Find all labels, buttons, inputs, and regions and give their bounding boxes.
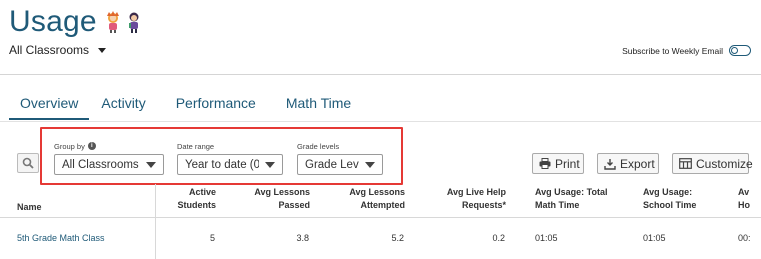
title-row: Usage <box>9 4 144 40</box>
tab-divider <box>0 121 761 122</box>
grade-levels-value: Grade Levels <box>305 158 359 171</box>
column-header-name[interactable]: Name <box>17 201 42 214</box>
tab-performance[interactable]: Performance <box>165 86 267 120</box>
cell-home-time: 00: <box>738 233 751 243</box>
date-range-select[interactable]: Year to date (08/ <box>177 154 283 175</box>
column-header-school-time[interactable]: Avg Usage: School Time <box>643 186 713 212</box>
caret-down-icon <box>146 161 156 168</box>
grade-levels-select[interactable]: Grade Levels <box>297 154 383 175</box>
print-label: Print <box>555 156 580 171</box>
cell-active-students: 5 <box>209 233 215 243</box>
tab-bar: Overview Activity Performance Math Time <box>9 86 362 120</box>
column-header-home-time[interactable]: Av Ho <box>738 186 761 212</box>
weekly-email-subscription: Subscribe to Weekly Email <box>622 45 751 56</box>
student-mascot-icon <box>128 12 139 33</box>
weekly-email-label: Subscribe to Weekly Email <box>622 45 723 56</box>
caret-down-icon <box>98 47 107 53</box>
column-divider <box>155 184 156 259</box>
mascots <box>103 11 144 33</box>
column-header-avg-live-help[interactable]: Avg Live Help Requests* <box>420 186 506 212</box>
print-button[interactable]: Print <box>532 153 584 174</box>
grade-levels-filter: Grade levels Grade Levels <box>297 141 383 175</box>
export-label: Export <box>620 156 655 171</box>
classroom-selector[interactable]: All Classrooms <box>9 43 107 57</box>
teacher-mascot-icon <box>106 11 119 33</box>
date-range-value: Year to date (08/ <box>185 158 259 171</box>
column-header-avg-lessons-attempted[interactable]: Avg Lessons Attempted <box>325 186 405 212</box>
group-by-select[interactable]: All Classrooms <box>54 154 164 175</box>
grade-levels-label: Grade levels <box>297 141 340 151</box>
cell-avg-lessons-attempted: 5.2 <box>391 233 404 243</box>
print-icon <box>539 158 551 169</box>
cell-school-time: 01:05 <box>643 233 666 243</box>
customize-icon <box>679 158 692 169</box>
group-by-filter: Group by i All Classrooms <box>54 141 164 175</box>
customize-label: Customize <box>696 156 753 171</box>
tab-activity[interactable]: Activity <box>90 86 156 120</box>
column-header-avg-lessons-passed[interactable]: Avg Lessons Passed <box>240 186 310 212</box>
cell-avg-lessons-passed: 3.8 <box>296 233 309 243</box>
cell-total-math-time: 01:05 <box>535 233 558 243</box>
group-by-label-row: Group by i <box>54 141 164 151</box>
row-name-link[interactable]: 5th Grade Math Class <box>17 233 105 243</box>
export-icon <box>604 158 616 170</box>
tab-overview[interactable]: Overview <box>9 86 90 120</box>
search-button[interactable] <box>17 153 39 173</box>
page-header: Usage All Classrooms Subscribe to Weekly… <box>0 0 761 75</box>
date-range-filter: Date range Year to date (08/ <box>177 141 283 175</box>
group-by-value: All Classrooms <box>62 158 139 171</box>
cell-avg-live-help: 0.2 <box>492 233 505 243</box>
group-by-label: Group by <box>54 141 85 151</box>
column-header-active-students[interactable]: Active Students <box>160 186 216 212</box>
classroom-selector-label: All Classrooms <box>9 43 90 57</box>
info-icon[interactable]: i <box>87 142 96 150</box>
caret-down-icon <box>365 161 375 168</box>
date-range-label: Date range <box>177 141 215 151</box>
page-title: Usage <box>9 5 97 38</box>
search-icon <box>22 157 34 169</box>
caret-down-icon <box>265 161 275 168</box>
tab-math-time[interactable]: Math Time <box>275 86 362 120</box>
weekly-email-toggle[interactable] <box>729 45 751 56</box>
export-button[interactable]: Export <box>597 153 659 174</box>
customize-button[interactable]: Customize <box>672 153 753 174</box>
toggle-knob <box>731 47 738 54</box>
column-header-total-math-time[interactable]: Avg Usage: Total Math Time <box>535 186 625 212</box>
